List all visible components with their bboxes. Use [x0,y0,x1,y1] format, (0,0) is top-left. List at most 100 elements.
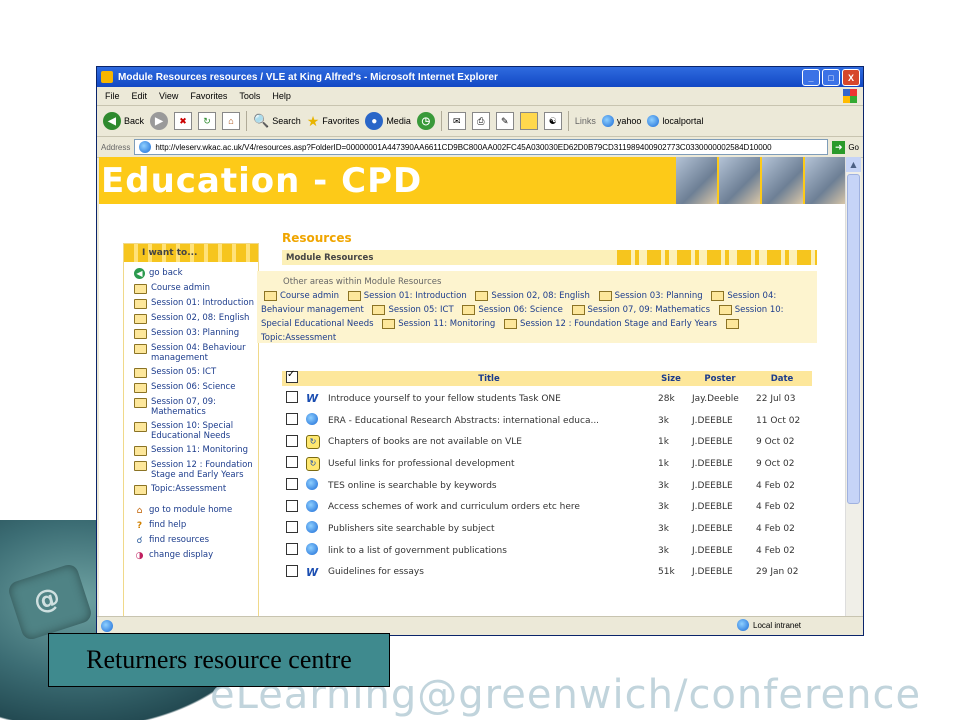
table-row[interactable]: link to a list of government publication… [282,540,812,562]
row-title[interactable]: Guidelines for essays [324,562,654,584]
row-checkbox[interactable] [286,499,298,512]
other-link[interactable]: Session 12 : Foundation Stage and Early … [520,319,717,329]
table-row[interactable]: Publishers site searchable by subject 3k… [282,518,812,540]
other-link[interactable]: Session 06: Science [478,305,562,315]
menu-file[interactable]: File [105,91,120,101]
table-row[interactable]: W Guidelines for essays 51k J.DEEBLE 29 … [282,562,812,584]
maximize-button[interactable]: □ [822,69,840,86]
minimize-button[interactable]: _ [802,69,820,86]
menu-view[interactable]: View [159,91,178,101]
folder-icon [134,383,147,393]
row-checkbox[interactable] [286,391,298,404]
row-title[interactable]: Useful links for professional developmen… [324,453,654,475]
messenger-button[interactable]: ☯ [543,112,562,130]
banner-photo [719,157,760,204]
row-title[interactable]: Access schemes of work and curriculum or… [324,496,654,518]
row-checkbox[interactable] [286,478,298,491]
back-arrow-icon: ◀ [103,112,121,130]
sidebar-action-module-home[interactable]: ⌂ go to module home [134,505,258,516]
menu-favorites[interactable]: Favorites [190,91,227,101]
history-button[interactable]: ◷ [416,112,435,130]
row-size: 3k [658,523,669,534]
sidebar-item-session-12[interactable]: Session 12 : Foundation Stage and Early … [134,460,258,480]
refresh-button[interactable]: ↻ [198,112,217,130]
column-header-title[interactable]: Title [324,371,654,388]
row-title[interactable]: TES online is searchable by keywords [324,475,654,497]
mail-button[interactable]: ✉ [447,112,466,130]
other-link[interactable]: Topic:Assessment [261,333,336,343]
menu-edit[interactable]: Edit [132,91,148,101]
sidebar-item-course-admin[interactable]: Course admin [134,283,258,294]
sidebar-item-go-back[interactable]: ◀ go back [134,268,258,279]
edit-button[interactable]: ✎ [495,112,514,130]
other-link[interactable]: Session 07, 09: Mathematics [588,305,711,315]
back-button[interactable]: ◀ Back [103,112,144,130]
other-link[interactable]: Session 05: ICT [388,305,453,315]
sidebar-item-topic-assessment[interactable]: Topic:Assessment [134,484,258,495]
favorites-button[interactable]: ★ Favorites [307,113,360,130]
sidebar-item-session-07-09[interactable]: Session 07, 09: Mathematics [134,397,258,417]
column-header-date[interactable]: Date [752,371,812,388]
table-row[interactable]: ↻ Chapters of books are not available on… [282,431,812,453]
type-column-header [302,371,324,388]
folder-button[interactable] [519,112,538,130]
home-button[interactable]: ⌂ [222,112,241,130]
row-title[interactable]: Introduce yourself to your fellow studen… [324,387,654,410]
row-size: 1k [658,437,669,448]
vertical-scrollbar[interactable]: ▲ [845,157,861,617]
sidebar-item-session-03[interactable]: Session 03: Planning [134,328,258,339]
search-button[interactable]: 🔍 Search [253,113,301,129]
scroll-up-arrow-icon[interactable]: ▲ [846,157,861,172]
stop-button[interactable]: ✖ [174,112,193,130]
address-input[interactable]: http://vleserv.wkac.ac.uk/V4/resources.a… [134,139,829,155]
row-checkbox[interactable] [286,521,298,534]
row-checkbox[interactable] [286,413,298,426]
sidebar-item-session-11[interactable]: Session 11: Monitoring [134,445,258,456]
row-checkbox[interactable] [286,456,298,469]
link-yahoo[interactable]: yahoo [601,115,641,127]
row-checkbox[interactable] [286,564,298,577]
row-title[interactable]: Publishers site searchable by subject [324,518,654,540]
window-title: Module Resources resources / VLE at King… [118,71,498,83]
link-localportal-label: localportal [662,116,704,126]
row-title[interactable]: ERA - Educational Research Abstracts: in… [324,410,654,432]
sidebar-item-session-10[interactable]: Session 10: Special Educational Needs [134,421,258,441]
print-button[interactable]: ⎙ [471,112,490,130]
column-header-size[interactable]: Size [654,371,688,388]
other-link[interactable]: Session 11: Monitoring [398,319,495,329]
sidebar-action-change-display[interactable]: ◑ change display [134,550,258,561]
other-link[interactable]: Session 01: Introduction [364,291,467,301]
other-link[interactable]: Course admin [280,291,339,301]
row-checkbox[interactable] [286,434,298,447]
sidebar-item-session-01[interactable]: Session 01: Introduction [134,298,258,309]
link-localportal[interactable]: localportal [647,115,703,127]
table-row[interactable]: ERA - Educational Research Abstracts: in… [282,410,812,432]
select-all-checkbox[interactable] [286,369,298,383]
menu-tools[interactable]: Tools [239,91,260,101]
sidebar-item-session-02-08[interactable]: Session 02, 08: English [134,313,258,324]
folder-icon [134,368,147,378]
table-row[interactable]: TES online is searchable by keywords 3k … [282,475,812,497]
web-link-icon [306,499,318,512]
sidebar-action-find-resources[interactable]: ☌ find resources [134,535,258,546]
row-poster: Jay.Deeble [692,393,739,404]
media-button[interactable]: ● Media [365,112,411,130]
sidebar-item-session-04[interactable]: Session 04: Behaviour management [134,343,258,363]
row-title[interactable]: link to a list of government publication… [324,540,654,562]
row-checkbox[interactable] [286,543,298,556]
table-row[interactable]: Access schemes of work and curriculum or… [282,496,812,518]
table-row[interactable]: W Introduce yourself to your fellow stud… [282,387,812,410]
forward-button[interactable]: ▶ [150,112,169,130]
table-row[interactable]: ↻ Useful links for professional developm… [282,453,812,475]
other-link[interactable]: Session 02, 08: English [491,291,589,301]
sidebar-item-session-05[interactable]: Session 05: ICT [134,367,258,378]
sidebar-item-session-06[interactable]: Session 06: Science [134,382,258,393]
menu-help[interactable]: Help [272,91,291,101]
close-button[interactable]: X [842,69,860,86]
go-button[interactable]: ➜ Go [832,140,863,154]
row-title[interactable]: Chapters of books are not available on V… [324,431,654,453]
column-header-poster[interactable]: Poster [688,371,752,388]
scrollbar-thumb[interactable] [847,174,860,504]
other-link[interactable]: Session 03: Planning [615,291,703,301]
sidebar-action-find-help[interactable]: ? find help [134,520,258,531]
